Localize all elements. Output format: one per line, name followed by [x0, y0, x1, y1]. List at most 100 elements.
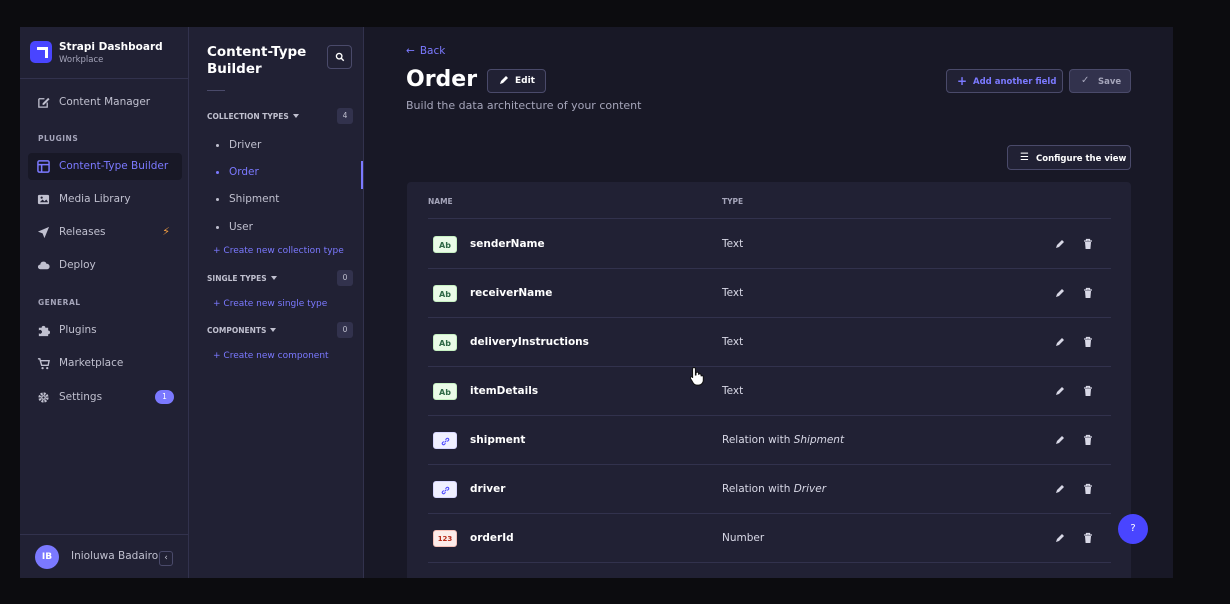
- field-name: senderName: [470, 238, 545, 250]
- text-type-icon: Ab: [433, 334, 457, 351]
- relation-target: Driver: [793, 483, 827, 495]
- table-row[interactable]: shipment Relation with Shipment: [428, 416, 1111, 465]
- edit-field-icon[interactable]: [1053, 433, 1067, 447]
- relation-type-icon: [433, 481, 457, 498]
- edit-field-icon[interactable]: [1053, 531, 1067, 545]
- user-name[interactable]: Inioluwa Badairo: [71, 550, 158, 562]
- field-type: Relation with Shipment: [722, 434, 844, 446]
- delete-field-icon[interactable]: [1081, 384, 1095, 398]
- nav-label: Settings: [59, 391, 103, 403]
- table-row[interactable]: Ab senderName Text: [428, 220, 1111, 269]
- table-header: NAME TYPE: [428, 197, 1111, 219]
- create-component-link[interactable]: + Create new component: [213, 351, 329, 361]
- nav-item-deploy[interactable]: Deploy: [28, 252, 182, 279]
- table-row[interactable]: 123 orderId Number: [428, 514, 1111, 563]
- relation-target: Shipment: [793, 434, 845, 446]
- delete-field-icon[interactable]: [1081, 286, 1095, 300]
- link-icon: [441, 486, 449, 495]
- field-type: Text: [722, 336, 744, 348]
- plus-icon: +: [213, 351, 224, 361]
- nav-item-plugins[interactable]: Plugins: [28, 317, 182, 344]
- nav-label: Releases: [59, 226, 106, 238]
- avatar[interactable]: IB: [35, 545, 59, 569]
- plus-icon: +: [213, 246, 224, 256]
- arrow-left-icon: ←: [406, 45, 415, 57]
- group-label: COLLECTION TYPES: [207, 112, 289, 121]
- search-button[interactable]: [327, 45, 352, 69]
- field-name: orderId: [470, 532, 514, 544]
- button-label: Save: [1098, 77, 1122, 87]
- create-collection-type-link[interactable]: + Create new collection type: [213, 246, 344, 256]
- table-row[interactable]: driver Relation with Driver: [428, 465, 1111, 514]
- edit-field-icon[interactable]: [1053, 286, 1067, 300]
- delete-field-icon[interactable]: [1081, 433, 1095, 447]
- button-label: Add another field: [973, 77, 1057, 87]
- group-components[interactable]: COMPONENTS 0: [207, 322, 353, 339]
- group-collection-types[interactable]: COLLECTION TYPES 4: [207, 108, 353, 125]
- edit-button[interactable]: Edit: [487, 69, 546, 93]
- section-heading-general: GENERAL: [38, 298, 81, 307]
- subnav-title: Content-Type Builder: [207, 44, 307, 77]
- column-header-name: NAME: [428, 197, 453, 206]
- nav-label: Content-Type Builder: [59, 160, 169, 172]
- collapse-nav-button[interactable]: ‹: [159, 551, 173, 566]
- item-label: Order: [229, 166, 259, 178]
- edit-field-icon[interactable]: [1053, 384, 1067, 398]
- save-button[interactable]: ✓ Save: [1069, 69, 1131, 93]
- create-single-type-link[interactable]: + Create new single type: [213, 299, 327, 309]
- field-name: receiverName: [470, 287, 553, 299]
- edit-field-icon[interactable]: [1053, 237, 1067, 251]
- item-label: Shipment: [229, 193, 280, 205]
- add-another-field-button[interactable]: + Add another field: [946, 69, 1063, 93]
- edit-field-icon[interactable]: [1053, 482, 1067, 496]
- delete-field-icon[interactable]: [1081, 237, 1095, 251]
- subnav-item-user[interactable]: User: [207, 216, 363, 238]
- table-row[interactable]: Ab receiverName Text: [428, 269, 1111, 318]
- table-row[interactable]: Ab itemDetails Text: [428, 367, 1111, 416]
- text-type-icon: Ab: [433, 383, 457, 400]
- table-row[interactable]: Ab deliveryInstructions Text: [428, 318, 1111, 367]
- field-type: Text: [722, 385, 744, 397]
- group-single-types[interactable]: SINGLE TYPES 0: [207, 270, 353, 287]
- text-type-icon: Ab: [433, 236, 457, 253]
- notification-badge: 1: [155, 390, 174, 404]
- cloud-icon: [37, 261, 50, 270]
- check-icon: ✓: [1081, 75, 1090, 86]
- subnav-item-order[interactable]: Order: [207, 161, 363, 189]
- edit-field-icon[interactable]: [1053, 335, 1067, 349]
- subnav-item-shipment[interactable]: Shipment: [207, 188, 363, 210]
- nav-item-media-library[interactable]: Media Library: [28, 186, 182, 213]
- help-button[interactable]: ?: [1118, 514, 1148, 544]
- field-type: Text: [722, 238, 744, 250]
- nav-item-releases[interactable]: Releases ⚡: [28, 219, 182, 246]
- nav-item-content-type-builder[interactable]: Content-Type Builder: [28, 153, 182, 180]
- divider: [20, 534, 189, 535]
- puzzle-icon: [38, 325, 50, 337]
- brand[interactable]: Strapi Dashboard Workplace: [30, 39, 180, 67]
- configure-view-button[interactable]: ☰ Configure the view: [1007, 145, 1131, 170]
- delete-field-icon[interactable]: [1081, 531, 1095, 545]
- nav-label: Marketplace: [59, 357, 124, 369]
- fields-table: NAME TYPE Ab senderName Text Ab receiver…: [407, 182, 1131, 578]
- text-type-icon: Ab: [433, 285, 457, 302]
- back-link[interactable]: ← Back: [406, 45, 445, 57]
- pencil-square-icon: [38, 97, 50, 108]
- main-content: ← Back Order Edit Build the data architec…: [364, 27, 1173, 578]
- section-heading-plugins: PLUGINS: [38, 134, 79, 143]
- nav-item-marketplace[interactable]: Marketplace: [28, 350, 182, 377]
- content-type-builder-subnav: Content-Type Builder COLLECTION TYPES 4 …: [189, 27, 364, 578]
- subnav-item-driver[interactable]: Driver: [207, 134, 363, 156]
- group-count: 0: [337, 270, 353, 286]
- nav-item-settings[interactable]: Settings 1: [28, 384, 182, 411]
- caret-down-icon: [270, 276, 277, 280]
- nav-item-content-manager[interactable]: Content Manager: [28, 89, 182, 116]
- link-label: Create new component: [223, 351, 329, 361]
- link-icon: [441, 437, 449, 446]
- workspace-name: Workplace: [59, 55, 104, 65]
- delete-field-icon[interactable]: [1081, 335, 1095, 349]
- nav-label: Plugins: [59, 324, 97, 336]
- search-icon: [335, 52, 345, 62]
- field-name: itemDetails: [470, 385, 539, 397]
- delete-field-icon[interactable]: [1081, 482, 1095, 496]
- list-settings-icon: ☰: [1020, 152, 1029, 163]
